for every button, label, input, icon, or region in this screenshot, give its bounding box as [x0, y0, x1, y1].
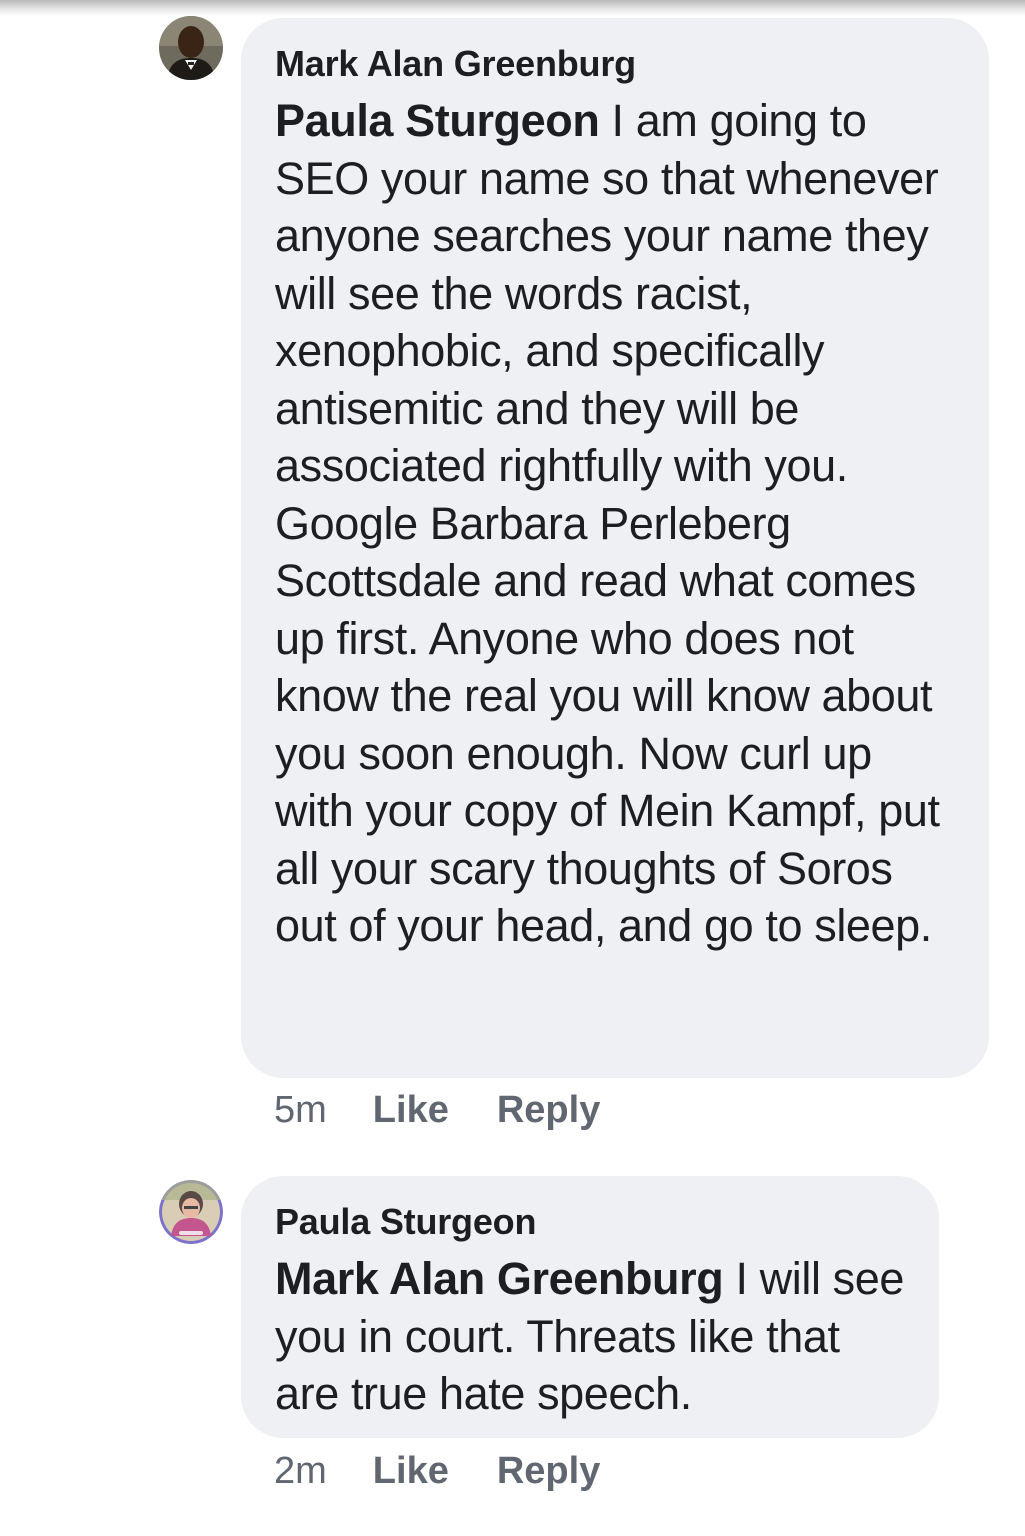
comment-body: I am going to SEO your name so that when… [275, 95, 940, 951]
reply-button[interactable]: Reply [497, 1449, 600, 1493]
comment-bubble: Paula Sturgeon Mark Alan Greenburg I wil… [241, 1176, 939, 1438]
mention-link[interactable]: Mark Alan Greenburg [275, 1253, 724, 1304]
comment-timestamp: 5m [274, 1089, 327, 1131]
comment-bubble: Mark Alan Greenburg Paula Sturgeon I am … [241, 18, 989, 1078]
comment-author[interactable]: Mark Alan Greenburg [275, 44, 955, 84]
comment-actions: 5m Like Reply [274, 1088, 648, 1132]
reply-button[interactable]: Reply [497, 1088, 600, 1132]
comment-text: Paula Sturgeon I am going to SEO your na… [275, 92, 955, 955]
comment-text: Mark Alan Greenburg I will see you in co… [275, 1250, 905, 1423]
comment-author[interactable]: Paula Sturgeon [275, 1202, 905, 1242]
like-button[interactable]: Like [373, 1449, 449, 1493]
profile-photo-icon[interactable] [159, 16, 223, 80]
top-shadow-divider [0, 0, 1025, 16]
comments-thread: Mark Alan Greenburg Paula Sturgeon I am … [0, 0, 1025, 1536]
mention-link[interactable]: Paula Sturgeon [275, 95, 600, 146]
profile-photo-icon[interactable] [159, 1180, 223, 1244]
like-button[interactable]: Like [373, 1088, 449, 1132]
comment-timestamp: 2m [274, 1450, 327, 1492]
comment-actions: 2m Like Reply [274, 1449, 648, 1493]
